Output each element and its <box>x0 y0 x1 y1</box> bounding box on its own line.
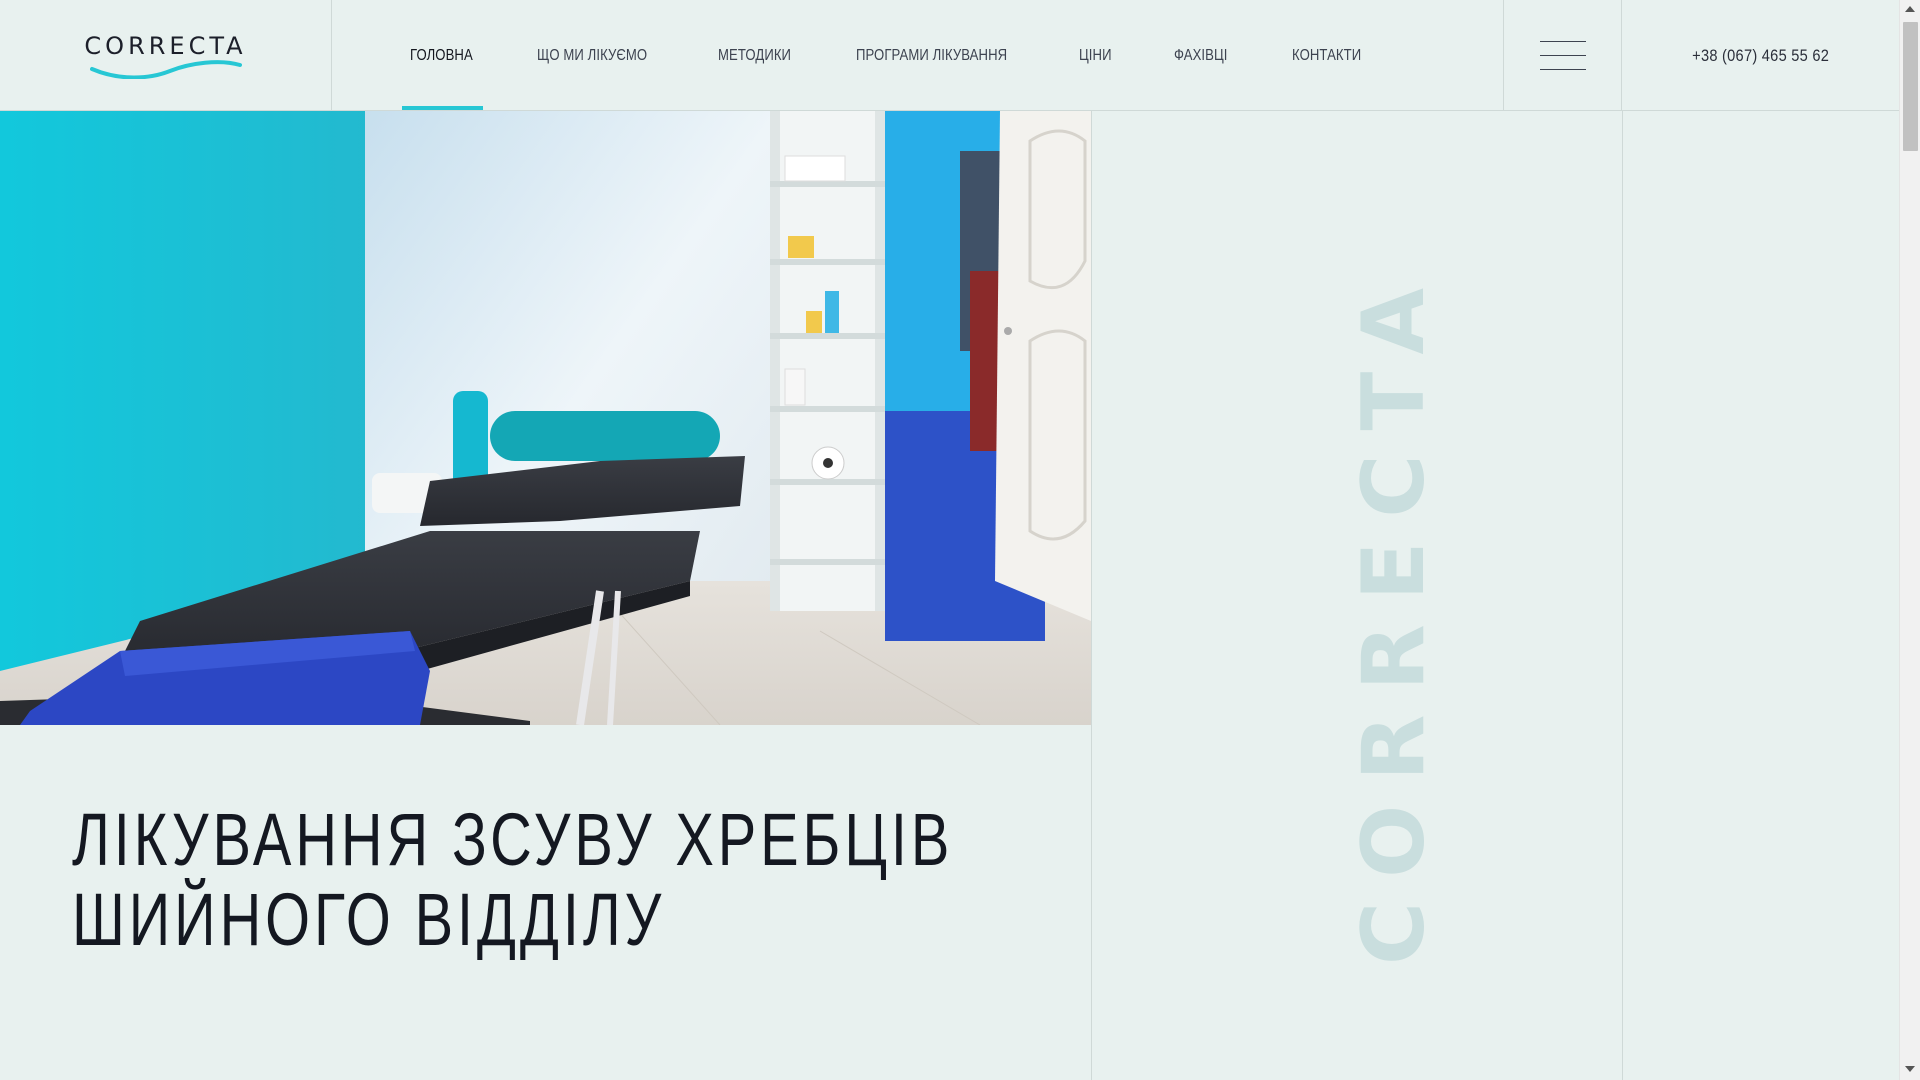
scroll-down-arrow-icon[interactable] <box>1905 1066 1915 1072</box>
phone-number[interactable]: +38 (067) 465 55 62 <box>1622 0 1899 111</box>
logo-container[interactable]: CORRECTA <box>0 0 332 111</box>
brand-watermark-text: CORRECTA <box>1344 264 1444 965</box>
nav-item-methods[interactable]: Методики <box>718 0 791 111</box>
nav-active-indicator <box>402 106 483 110</box>
column-divider-right <box>1622 111 1623 1080</box>
nav-item-treatment-programs[interactable]: Програми лікування <box>856 0 1007 111</box>
phone-number-text: +38 (067) 465 55 62 <box>1691 45 1830 65</box>
brand-watermark: CORRECTA <box>1344 264 1444 965</box>
nav-item-home[interactable]: Головна <box>410 0 473 111</box>
page-title-line-2: шийного відділу <box>72 878 666 961</box>
column-divider-left <box>1091 111 1092 1080</box>
hero-image <box>0 111 1091 725</box>
hamburger-icon[interactable] <box>1539 40 1586 71</box>
wave-icon <box>90 59 242 79</box>
main-nav: Головна Що ми лікуємо Методики Програми … <box>332 0 1361 111</box>
page-title: Лікування зсуву хребців шийного відділу <box>72 798 954 961</box>
nav-item-contacts[interactable]: Контакти <box>1292 0 1361 111</box>
menu-container <box>1503 0 1622 111</box>
nav-item-prices[interactable]: Ціни <box>1079 0 1112 111</box>
scroll-up-arrow-icon[interactable] <box>1905 6 1915 12</box>
treatment-room-illustration <box>0 111 1091 725</box>
logo[interactable]: CORRECTA <box>68 33 263 79</box>
scrollbar[interactable] <box>1899 0 1920 1080</box>
nav-item-specialists[interactable]: Фахівці <box>1174 0 1228 111</box>
nav-item-what-we-treat[interactable]: Що ми лікуємо <box>537 0 647 111</box>
site-header: CORRECTA Головна Що ми лікуємо Методики … <box>0 0 1899 111</box>
page-title-line-1: Лікування зсуву хребців <box>72 798 954 881</box>
scroll-thumb[interactable] <box>1903 22 1918 151</box>
logo-text: CORRECTA <box>84 31 247 60</box>
